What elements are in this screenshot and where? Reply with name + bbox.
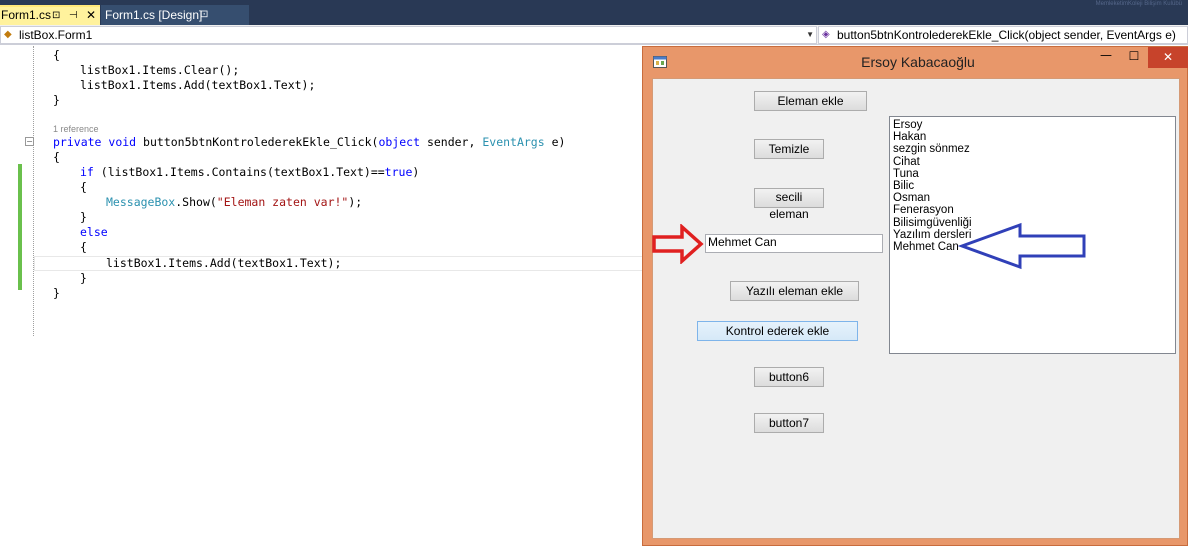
code-editor[interactable]: − { listBox1.Items.Clear(); listBox1.Ite… xyxy=(0,46,650,550)
code-line-if: if (listBox1.Items.Contains(textBox1.Tex… xyxy=(80,165,419,180)
autohide-icon[interactable]: ⊣ xyxy=(69,7,78,24)
lock-icon: ⊡ xyxy=(200,9,209,20)
keyword: if xyxy=(80,165,94,179)
list-item[interactable]: Bilic xyxy=(893,180,1175,192)
list-item[interactable]: Ersoy xyxy=(893,119,1175,131)
navigation-bar: ◆ listBox.Form1 ▼ ◈ button5btnKontrolede… xyxy=(0,25,1188,45)
code-line: { xyxy=(80,180,87,194)
change-indicator xyxy=(18,164,22,290)
minimize-button[interactable]: — xyxy=(1093,47,1119,68)
list-item[interactable]: Tuna xyxy=(893,168,1175,180)
red-arrow-icon xyxy=(652,224,704,264)
identifier: sender, xyxy=(426,135,476,149)
tab-label: Form1.cs [Design] xyxy=(105,8,203,22)
outline-guide xyxy=(33,46,34,336)
list-item[interactable]: Cihat xyxy=(893,156,1175,168)
punctuation: ); xyxy=(348,195,363,209)
type-name: EventArgs xyxy=(482,135,545,149)
identifier: button5btnKontrolederekEkle_Click( xyxy=(143,135,379,149)
identifier: e) xyxy=(551,135,566,149)
identifier: .Show( xyxy=(175,195,217,209)
code-line: listBox1.Items.Add(textBox1.Text); xyxy=(106,256,342,270)
keyword: object xyxy=(378,135,420,149)
class-dropdown[interactable]: ◆ listBox.Form1 ▼ xyxy=(0,26,817,44)
type-name: MessageBox xyxy=(106,195,176,209)
blue-arrow-icon xyxy=(958,222,1086,270)
string-literal: "Eleman zaten var!" xyxy=(216,195,349,209)
keyword: private xyxy=(53,135,102,149)
class-dropdown-value: listBox.Form1 xyxy=(19,28,93,42)
code-line-else: else xyxy=(80,225,108,239)
pin-icon[interactable]: ⊡ xyxy=(52,7,60,24)
list-item[interactable]: Hakan xyxy=(893,131,1175,143)
keyword: void xyxy=(108,135,137,149)
keyword: true xyxy=(384,165,413,179)
punctuation: ) xyxy=(412,165,420,179)
code-line: } xyxy=(80,210,87,224)
tab-label: Form1.cs xyxy=(1,8,52,22)
eleman-ekle-button[interactable]: Eleman ekle xyxy=(754,91,867,111)
form-title-bar[interactable]: Ersoy Kabacaoğlu — ☐ ✕ xyxy=(643,47,1188,77)
code-line: { xyxy=(53,48,60,62)
code-line: } xyxy=(53,93,60,107)
button6-button[interactable]: button6 xyxy=(754,367,824,387)
close-window-button[interactable]: ✕ xyxy=(1148,47,1188,68)
tab-form1-cs[interactable]: Form1.cs ⊡ ⊣ ✕ xyxy=(0,5,100,25)
kontrol-ederek-ekle-button[interactable]: Kontrol ederek ekle xyxy=(697,321,858,341)
code-line: } xyxy=(80,271,87,285)
code-line-method-signature: private void button5btnKontrolederekEkle… xyxy=(53,135,565,150)
identifier: (listBox1.Items.Contains(textBox1.Text)=… xyxy=(100,165,385,179)
button7-button[interactable]: button7 xyxy=(754,413,824,433)
member-dropdown[interactable]: ◈ button5btnKontrolederekEkle_Click(obje… xyxy=(818,26,1188,44)
secili-eleman-button[interactable]: secili eleman xyxy=(754,188,824,221)
code-line: listBox1.Items.Clear(); xyxy=(80,63,240,77)
form-client-area: Eleman ekle Temizle secili eleman Mehmet… xyxy=(652,78,1180,539)
collapse-icon[interactable]: − xyxy=(25,137,34,146)
watermark: MemleketimKoleji Bilişim Kulübü xyxy=(1095,1,1182,7)
codelens-reference-count[interactable]: 1 reference xyxy=(53,123,99,135)
form-window: Ersoy Kabacaoğlu — ☐ ✕ Eleman ekle Temiz… xyxy=(642,46,1188,546)
code-line: { xyxy=(53,150,60,164)
list-item[interactable]: Fenerasyon xyxy=(893,204,1175,216)
temizle-button[interactable]: Temizle xyxy=(754,139,824,159)
class-icon: ◆ xyxy=(4,29,12,40)
method-icon: ◈ xyxy=(822,29,830,40)
close-tab-icon[interactable]: ✕ xyxy=(86,7,96,24)
tab-form1-design[interactable]: Form1.cs [Design] ⊡ xyxy=(101,5,249,25)
list-item[interactable]: Osman xyxy=(893,192,1175,204)
code-line: listBox1.Items.Add(textBox1.Text); xyxy=(80,78,316,92)
eleman-textbox[interactable]: Mehmet Can xyxy=(705,234,883,253)
chevron-down-icon[interactable]: ▼ xyxy=(806,27,814,43)
document-tab-strip: Form1.cs ⊡ ⊣ ✕ Form1.cs [Design] ⊡ Memle… xyxy=(0,0,1188,25)
list-item[interactable]: sezgin sönmez xyxy=(893,143,1175,155)
yazili-eleman-ekle-button[interactable]: Yazılı eleman ekle xyxy=(730,281,859,301)
maximize-button[interactable]: ☐ xyxy=(1121,47,1147,68)
member-dropdown-value: button5btnKontrolederekEkle_Click(object… xyxy=(837,28,1176,42)
code-line-messagebox: MessageBox.Show("Eleman zaten var!"); xyxy=(106,195,362,210)
code-line: { xyxy=(80,240,87,254)
code-line: } xyxy=(53,286,60,300)
